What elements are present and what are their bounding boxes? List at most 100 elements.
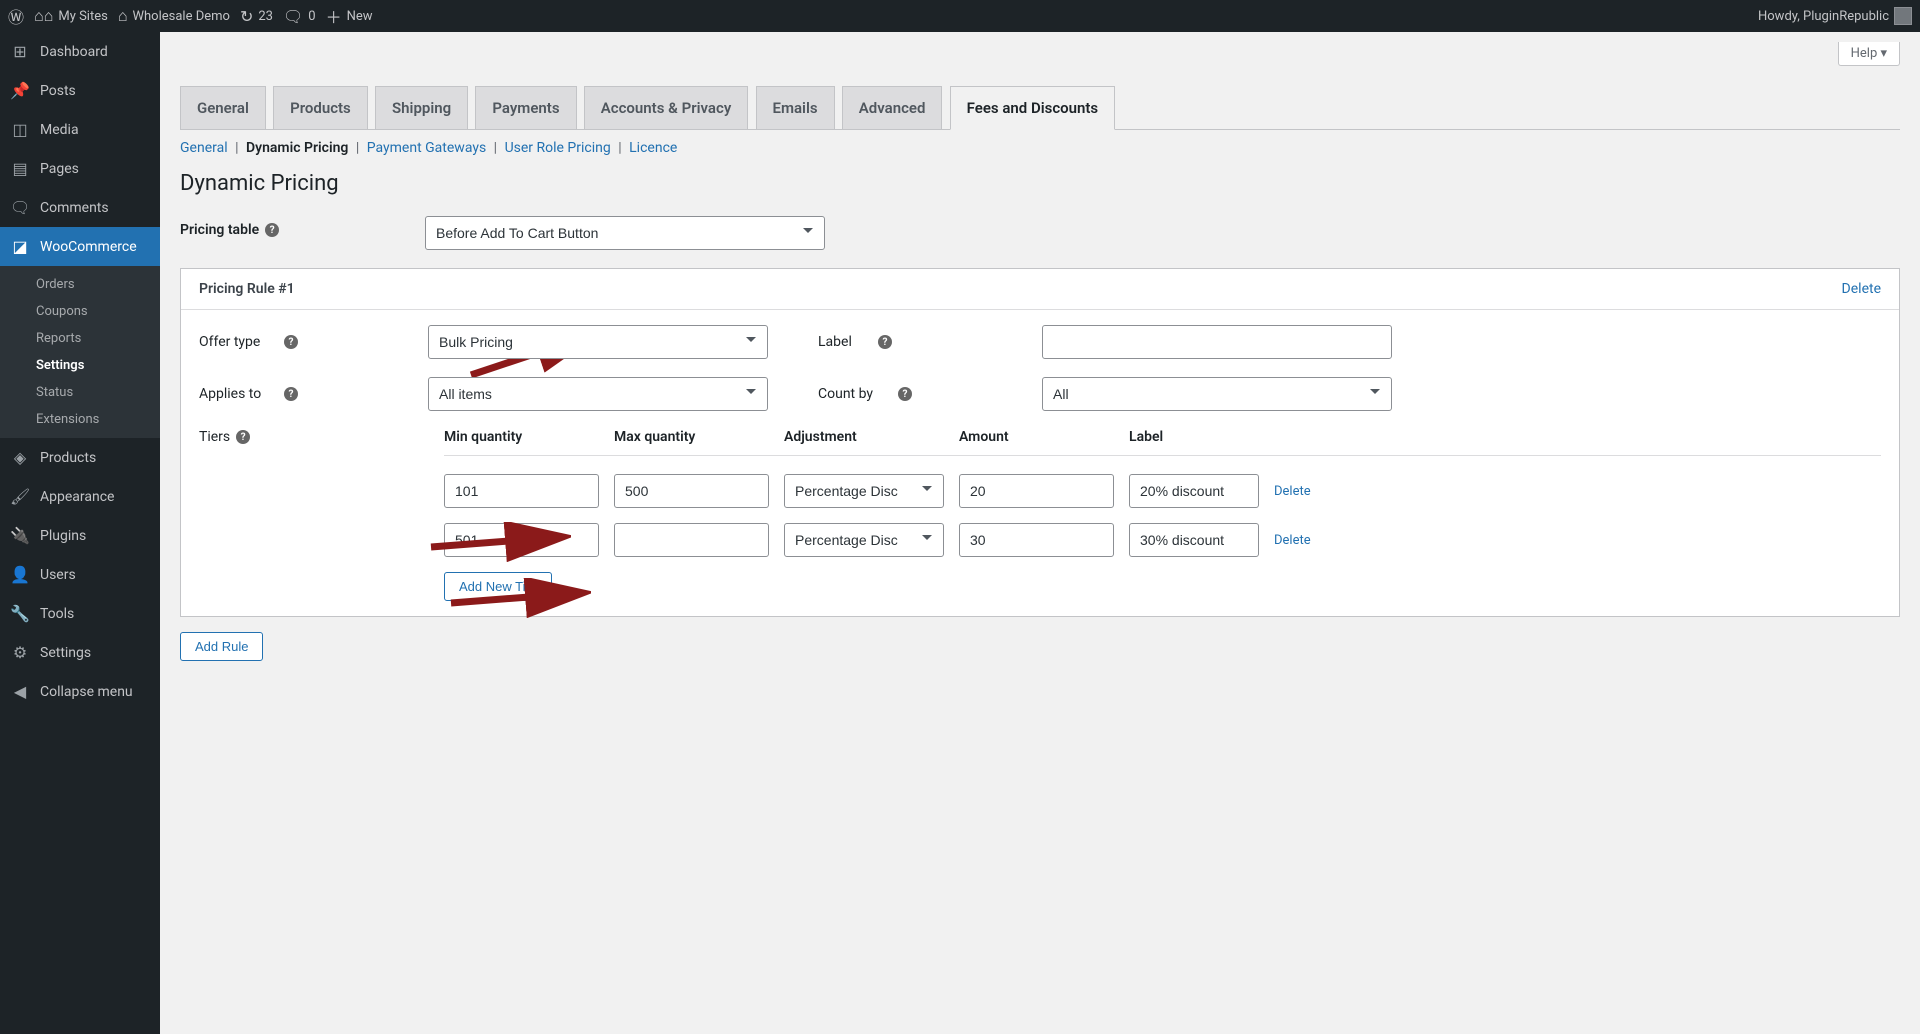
howdy-link[interactable]: Howdy, PluginRepublic (1758, 7, 1912, 25)
help-icon[interactable]: ? (284, 335, 298, 349)
tier-row: Percentage Disc Delete (444, 523, 1881, 557)
submenu-orders[interactable]: Orders (0, 271, 160, 298)
count-by-select[interactable]: All (1042, 377, 1392, 411)
submenu-extensions[interactable]: Extensions (0, 406, 160, 433)
tab-accounts[interactable]: Accounts & Privacy (584, 86, 749, 129)
tier-max-input[interactable] (614, 474, 769, 508)
subnav-payment-gateways[interactable]: Payment Gateways (367, 140, 486, 156)
menu-posts[interactable]: 📌Posts (0, 71, 160, 110)
tiers-header-row: Min quantity Max quantity Adjustment Amo… (444, 429, 1881, 456)
menu-comments[interactable]: 🗨Comments (0, 188, 160, 227)
menu-appearance[interactable]: 🖌Appearance (0, 477, 160, 516)
new-link[interactable]: ＋New (326, 4, 373, 28)
menu-users[interactable]: 👤Users (0, 555, 160, 594)
tab-fees-discounts[interactable]: Fees and Discounts (950, 86, 1115, 130)
home-icon: ⌂ (118, 6, 128, 26)
th-label: Label (1129, 429, 1259, 445)
rule-title: Pricing Rule #1 (199, 281, 295, 297)
tiers-label: Tiers ? (199, 429, 444, 445)
tier-amount-input[interactable] (959, 474, 1114, 508)
comment-icon: 🗨 (10, 198, 30, 217)
refresh-icon: ↻ (240, 7, 253, 26)
pricing-rule-box: Pricing Rule #1 Delete Offer type ? Bulk… (180, 268, 1900, 617)
tier-min-input[interactable] (444, 474, 599, 508)
pricing-table-select[interactable]: Before Add To Cart Button (425, 216, 825, 250)
subnav-general[interactable]: General (180, 140, 228, 156)
rule-delete-link[interactable]: Delete (1842, 281, 1881, 297)
pricing-table-label: Pricing table ? (180, 216, 425, 238)
submenu-coupons[interactable]: Coupons (0, 298, 160, 325)
menu-woocommerce[interactable]: ◪WooCommerce (0, 227, 160, 266)
tab-emails[interactable]: Emails (756, 86, 835, 129)
woocommerce-icon: ◪ (10, 237, 30, 256)
page-title: Dynamic Pricing (180, 171, 1900, 196)
menu-collapse[interactable]: ◀Collapse menu (0, 672, 160, 711)
tier-max-input[interactable] (614, 523, 769, 557)
tab-general[interactable]: General (180, 86, 266, 129)
wrench-icon: 🔧 (10, 604, 30, 623)
help-tab[interactable]: Help ▾ (1838, 42, 1900, 66)
tier-delete-link[interactable]: Delete (1274, 533, 1354, 548)
help-icon[interactable]: ? (898, 387, 912, 401)
th-max: Max quantity (614, 429, 769, 445)
tier-label-input[interactable] (1129, 523, 1259, 557)
tier-adjustment-select[interactable]: Percentage Disc (784, 523, 944, 557)
th-adj: Adjustment (784, 429, 944, 445)
menu-plugins[interactable]: 🔌Plugins (0, 516, 160, 555)
tab-products[interactable]: Products (273, 86, 368, 129)
tier-label-input[interactable] (1129, 474, 1259, 508)
tier-delete-link[interactable]: Delete (1274, 484, 1354, 499)
rule-label-input[interactable] (1042, 325, 1392, 359)
add-new-tier-button[interactable]: Add New Tier (444, 572, 552, 601)
subnav-user-role-pricing[interactable]: User Role Pricing (505, 140, 611, 156)
offer-type-label: Offer type (199, 334, 274, 350)
help-icon[interactable]: ? (878, 335, 892, 349)
site-name-link[interactable]: ⌂Wholesale Demo (118, 6, 230, 26)
menu-products[interactable]: ◈Products (0, 438, 160, 477)
admin-bar: Ⓦ ⌂⌂My Sites ⌂Wholesale Demo ↻23 🗨0 ＋New… (0, 0, 1920, 32)
menu-tools[interactable]: 🔧Tools (0, 594, 160, 633)
page-icon: ▤ (10, 159, 30, 178)
offer-type-select[interactable]: Bulk Pricing (428, 325, 768, 359)
menu-media[interactable]: ◫Media (0, 110, 160, 149)
tier-adjustment-select[interactable]: Percentage Disc (784, 474, 944, 508)
help-icon[interactable]: ? (284, 387, 298, 401)
submenu-settings[interactable]: Settings (0, 352, 160, 379)
th-min: Min quantity (444, 429, 599, 445)
media-icon: ◫ (10, 120, 30, 139)
subnav-dynamic-pricing[interactable]: Dynamic Pricing (246, 140, 348, 156)
plug-icon: 🔌 (10, 526, 30, 545)
tier-min-input[interactable] (444, 523, 599, 557)
my-sites-link[interactable]: ⌂⌂My Sites (34, 6, 108, 26)
menu-dashboard[interactable]: ⊞Dashboard (0, 32, 160, 71)
add-rule-button[interactable]: Add Rule (180, 632, 263, 661)
count-by-label: Count by (818, 386, 888, 402)
help-icon[interactable]: ? (236, 430, 250, 444)
tier-amount-input[interactable] (959, 523, 1114, 557)
brush-icon: 🖌 (10, 487, 30, 506)
product-icon: ◈ (10, 448, 30, 467)
tab-advanced[interactable]: Advanced (842, 86, 943, 129)
updates-link[interactable]: ↻23 (240, 7, 273, 26)
dashboard-icon: ⊞ (10, 42, 30, 61)
submenu-reports[interactable]: Reports (0, 325, 160, 352)
comments-link[interactable]: 🗨0 (283, 7, 316, 26)
content-area: Help ▾ General Products Shipping Payment… (160, 32, 1920, 681)
rule-label-label: Label (818, 334, 868, 350)
menu-settings[interactable]: ⚙Settings (0, 633, 160, 672)
applies-to-select[interactable]: All items (428, 377, 768, 411)
menu-pages[interactable]: ▤Pages (0, 149, 160, 188)
user-icon: 👤 (10, 565, 30, 584)
wp-logo[interactable]: Ⓦ (8, 4, 24, 28)
plus-icon: ＋ (326, 4, 342, 28)
subnav-licence[interactable]: Licence (629, 140, 677, 156)
applies-to-label: Applies to (199, 386, 274, 402)
avatar-icon (1894, 7, 1912, 25)
tab-payments[interactable]: Payments (475, 86, 576, 129)
th-amount: Amount (959, 429, 1114, 445)
comment-icon: 🗨 (283, 7, 303, 26)
tab-shipping[interactable]: Shipping (375, 86, 468, 129)
help-icon[interactable]: ? (265, 223, 279, 237)
submenu-status[interactable]: Status (0, 379, 160, 406)
admin-sidebar: ⊞Dashboard 📌Posts ◫Media ▤Pages 🗨Comment… (0, 32, 160, 1034)
